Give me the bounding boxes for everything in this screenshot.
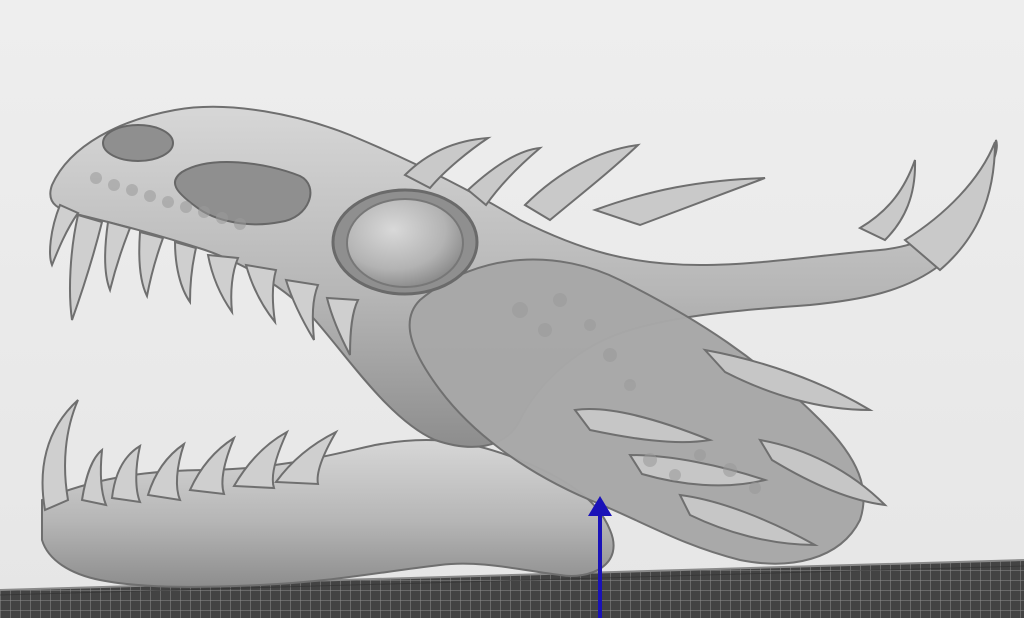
3d-viewport[interactable] <box>0 0 1024 618</box>
eye-sphere <box>346 198 464 288</box>
scene-canvas[interactable] <box>0 0 1024 618</box>
nasal-opening-1 <box>102 124 174 162</box>
dragon-skull-model[interactable] <box>41 105 998 588</box>
